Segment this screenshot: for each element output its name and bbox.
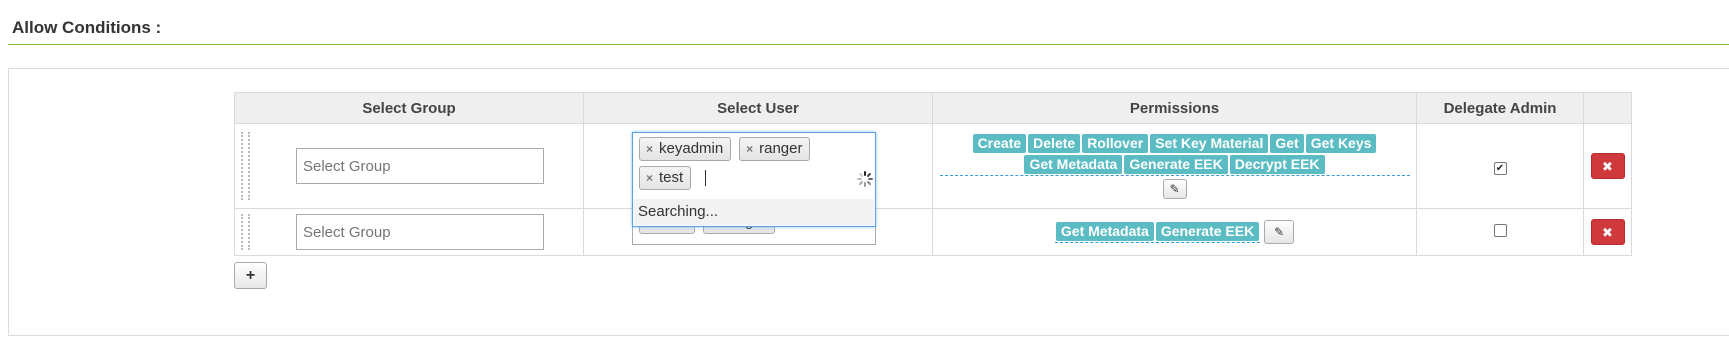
allow-conditions-table: Select Group Select User Permissions Del… xyxy=(234,92,1632,256)
edit-permissions-button[interactable]: ✎ xyxy=(1264,220,1295,244)
header-delegate-admin: Delegate Admin xyxy=(1416,92,1584,124)
drag-handle[interactable] xyxy=(241,132,250,200)
permission-tag: Generate EEK xyxy=(1124,155,1228,174)
delegate-admin-checkbox[interactable] xyxy=(1493,224,1507,237)
user-tag-label: keyadmin xyxy=(659,140,724,157)
times-icon: ✖ xyxy=(1602,159,1613,174)
permission-tag: Rollover xyxy=(1082,134,1149,153)
user-tag: × test xyxy=(639,166,692,190)
action-cell: ✖ xyxy=(1583,208,1632,256)
permissions-cell: Get Metadata Generate EEK ✎ xyxy=(932,208,1417,256)
text-caret[interactable] xyxy=(705,170,707,187)
user-select-dropdown[interactable]: × keyadmin × ranger × test Searching... xyxy=(632,132,876,227)
group-cell xyxy=(234,123,584,209)
delegate-admin-cell xyxy=(1416,208,1584,256)
permission-tags[interactable]: Get Metadata Generate EEK xyxy=(1054,221,1261,243)
section-title: Allow Conditions : xyxy=(12,18,162,37)
remove-tag-icon[interactable]: × xyxy=(746,142,753,156)
header-select-user: Select User xyxy=(583,92,933,124)
group-select-input[interactable] xyxy=(296,148,544,184)
user-tag-label: ranger xyxy=(759,140,803,157)
times-icon: ✖ xyxy=(1602,225,1613,240)
user-cell: × keyadmin × ranger × test Searching... xyxy=(583,123,933,227)
header-actions xyxy=(1583,92,1632,124)
permission-tag: Get Metadata xyxy=(1055,221,1154,241)
plus-icon: + xyxy=(245,267,256,284)
group-cell xyxy=(234,208,584,256)
pencil-icon: ✎ xyxy=(1274,225,1285,239)
permission-tags[interactable]: Create Delete Rollover Set Key Material Get G… xyxy=(939,133,1410,176)
title-divider xyxy=(8,44,1729,45)
remove-tag-icon[interactable]: × xyxy=(646,171,653,185)
user-tag-label: test xyxy=(659,169,684,186)
table-header-row: Select Group Select User Permissions Del… xyxy=(234,92,1632,124)
permissions-cell: Create Delete Rollover Set Key Material Get G… xyxy=(932,123,1417,209)
table-row: × keyadmin × ranger × test xyxy=(234,123,1632,227)
permission-tag: Set Key Material xyxy=(1150,134,1269,153)
permission-tag: Get Keys xyxy=(1305,134,1377,153)
header-permissions: Permissions xyxy=(932,92,1417,124)
delegate-admin-cell: ✔ xyxy=(1416,123,1584,209)
add-condition-button[interactable]: + xyxy=(234,262,267,289)
header-select-group: Select Group xyxy=(234,92,584,124)
user-tag: × keyadmin xyxy=(639,137,732,161)
delete-row-button[interactable]: ✖ xyxy=(1590,153,1625,179)
permission-tag: Delete xyxy=(1028,134,1081,153)
drag-handle[interactable] xyxy=(241,214,250,250)
pencil-icon: ✎ xyxy=(1169,182,1180,196)
permission-tag: Generate EEK xyxy=(1155,221,1260,241)
edit-permissions-button[interactable]: ✎ xyxy=(1162,179,1187,199)
delete-row-button[interactable]: ✖ xyxy=(1590,219,1625,245)
delegate-admin-checkbox[interactable]: ✔ xyxy=(1493,161,1507,175)
group-select-input[interactable] xyxy=(296,214,544,250)
remove-tag-icon[interactable]: × xyxy=(646,142,653,156)
permission-tag: Decrypt EEK xyxy=(1229,155,1325,174)
searching-status: Searching... xyxy=(634,199,874,225)
action-cell: ✖ xyxy=(1583,123,1632,209)
user-tag: × ranger xyxy=(739,137,811,161)
permission-tag: Create xyxy=(972,134,1027,153)
permission-tag: Get xyxy=(1270,134,1304,153)
permission-tag: Get Metadata xyxy=(1024,155,1123,174)
table-row: ×hdfs ×ranger Get MetadataGenerate EEK ✎… xyxy=(234,208,1632,256)
spinner-icon xyxy=(857,171,873,187)
